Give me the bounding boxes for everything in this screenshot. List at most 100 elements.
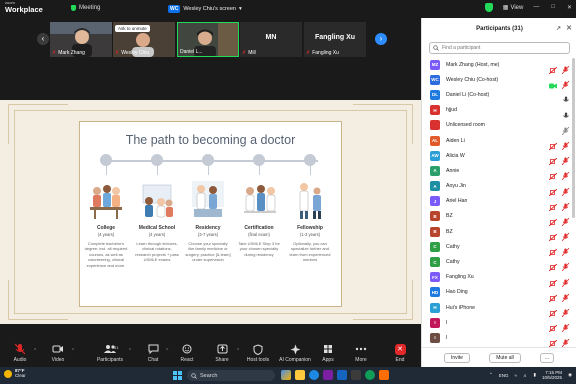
- participant-row[interactable]: A Annie: [422, 163, 576, 181]
- timeline-stem: [208, 166, 209, 175]
- onenote-icon[interactable]: [323, 370, 333, 380]
- participants-options-caret[interactable]: ⌃: [128, 348, 132, 354]
- apps-button[interactable]: Apps: [312, 343, 344, 363]
- participant-list[interactable]: MZ Mark Zhang (Host, me) WC Wesley Chiu (Co…: [422, 57, 576, 347]
- presentation-slide: The path to becoming a doctor College (4…: [79, 121, 342, 307]
- participant-row[interactable]: J Ariel Han: [422, 194, 576, 212]
- search-icon: [191, 372, 197, 379]
- language-indicator[interactable]: ENG: [499, 373, 509, 378]
- participant-row[interactable]: HD Hao Ding: [422, 285, 576, 303]
- chevron-up-icon[interactable]: ⌃: [489, 372, 493, 378]
- timeline-step: College (4 years) Complete bachelor's de…: [84, 225, 128, 268]
- participant-row[interactable]: B BZ: [422, 224, 576, 242]
- video-off-icon[interactable]: [548, 334, 558, 347]
- timeline-stem: [259, 166, 260, 175]
- participant-row[interactable]: MZ Mark Zhang (Host, me): [422, 57, 576, 75]
- participant-initials: MN: [265, 34, 277, 41]
- file-explorer-icon[interactable]: [295, 370, 305, 380]
- edge-browser-icon[interactable]: [309, 370, 319, 380]
- clock[interactable]: 7:15 PM 10/5/2025: [542, 370, 562, 380]
- fellowship-illustration: [299, 183, 321, 219]
- participant-row[interactable]: Hhjjud: [422, 103, 576, 118]
- minimize-icon[interactable]: —: [533, 4, 539, 11]
- timeline-step: Fellowship (1-3 years) Optionally, you c…: [289, 225, 331, 263]
- video-tile[interactable]: Fangling Xu ✗ Fangling Xu: [304, 22, 366, 57]
- video-options-caret[interactable]: ⌃: [71, 348, 75, 354]
- participant-name: Cathy: [446, 259, 460, 266]
- chrome-icon[interactable]: [365, 370, 375, 380]
- video-tile-active-speaker[interactable]: Daniel L...: [177, 22, 239, 57]
- security-shield-icon[interactable]: [484, 3, 493, 12]
- participant-name: Hao Ding: [446, 289, 468, 296]
- participants-button[interactable]: 31 Participants: [93, 343, 127, 363]
- ai-companion-button[interactable]: AI Companion: [276, 343, 314, 363]
- weather-widget[interactable]: 87°F Clear: [4, 368, 26, 379]
- avatar: AW: [430, 150, 440, 161]
- speaker-icon[interactable]: ♬: [523, 373, 528, 378]
- participant-row[interactable]: AW Alicia W: [422, 148, 576, 166]
- windows-start-icon[interactable]: [173, 371, 182, 380]
- app-icon[interactable]: [379, 370, 389, 380]
- video-button[interactable]: Video: [42, 343, 74, 363]
- participant-row[interactable]: C Cathy: [422, 239, 576, 257]
- terminal-icon[interactable]: [351, 370, 361, 380]
- panel-footer: Invite Mute all ...: [422, 347, 576, 367]
- more-button[interactable]: More: [345, 343, 377, 363]
- chat-options-caret[interactable]: ⌃: [165, 348, 169, 354]
- avatar: [430, 120, 440, 131]
- next-page-button[interactable]: ›: [375, 33, 387, 45]
- meeting-toolbar: Audio ⌃ Video ⌃ 31 Participants ⌃ Chat ⌃…: [0, 340, 421, 367]
- ask-to-unmute-button[interactable]: Ask to unmute: [115, 25, 150, 32]
- share-button[interactable]: Share: [206, 343, 238, 363]
- participant-row[interactable]: C Cathy: [422, 254, 576, 272]
- residency-illustration: [192, 181, 224, 217]
- participant-row[interactable]: II: [422, 315, 576, 333]
- participant-name: I: [446, 334, 448, 341]
- more-dots-icon: [355, 347, 367, 351]
- share-options-caret[interactable]: ⌃: [236, 348, 240, 354]
- video-tile[interactable]: ✗ Mark Zhang: [50, 22, 112, 57]
- pop-out-icon[interactable]: ↗: [556, 25, 561, 32]
- audio-button[interactable]: Audio: [4, 343, 36, 363]
- close-icon[interactable]: ✕: [567, 4, 572, 11]
- participant-row[interactable]: A Aoyu Jin: [422, 179, 576, 196]
- video-tile[interactable]: Ask to unmute ✗ Wesley Chiu: [113, 22, 175, 57]
- participant-row[interactable]: II: [422, 330, 576, 347]
- wifi-icon[interactable]: ≈: [515, 373, 517, 378]
- host-tools-button[interactable]: Host tools: [242, 343, 274, 363]
- battery-icon[interactable]: ▮: [534, 372, 536, 378]
- notifications-icon[interactable]: ◉: [568, 372, 572, 378]
- scrollbar[interactable]: [572, 58, 575, 218]
- participant-row[interactable]: Unlicensed room: [422, 118, 576, 136]
- react-button[interactable]: React: [171, 343, 203, 363]
- avatar: A: [430, 181, 440, 192]
- participant-row[interactable]: DL Daniel Li (Co-host): [422, 87, 576, 102]
- participant-search[interactable]: [429, 42, 570, 54]
- meeting-menu[interactable]: Meeting: [71, 5, 100, 11]
- prev-page-button[interactable]: ‹: [37, 33, 49, 45]
- participant-row[interactable]: B BZ: [422, 209, 576, 227]
- video-tile[interactable]: MN ✗ Mill: [240, 22, 302, 57]
- end-meeting-button[interactable]: ✕ End: [384, 343, 416, 363]
- search-input[interactable]: [442, 45, 562, 51]
- view-menu[interactable]: ▦ View: [503, 4, 524, 12]
- participant-row[interactable]: FX Fangling Xu: [422, 270, 576, 288]
- timeline-dot: [253, 154, 265, 166]
- mute-all-button[interactable]: Mute all: [489, 353, 521, 363]
- audio-options-caret[interactable]: ⌃: [33, 348, 37, 354]
- screen-share-indicator[interactable]: WC Wesley Chiu's screen ▾: [168, 4, 242, 14]
- participant-row[interactable]: WC Wesley Chiu (Co-host): [422, 72, 576, 90]
- timeline-stem: [106, 166, 107, 175]
- widgets-app-icon[interactable]: [281, 370, 291, 380]
- participant-name: Aiden Li: [446, 137, 465, 144]
- mic-muted-icon[interactable]: [561, 334, 570, 347]
- more-options-button[interactable]: ...: [540, 353, 554, 363]
- zoom-app-icon[interactable]: [337, 370, 347, 380]
- sun-icon: [4, 369, 12, 378]
- participant-row[interactable]: H Hui's iPhone: [422, 300, 576, 318]
- maximize-icon[interactable]: □: [551, 4, 555, 11]
- taskbar-search[interactable]: Search: [187, 370, 275, 381]
- close-panel-icon[interactable]: ✕: [566, 24, 572, 32]
- invite-button[interactable]: Invite: [444, 353, 470, 363]
- participant-row[interactable]: AL Aiden Li: [422, 133, 576, 151]
